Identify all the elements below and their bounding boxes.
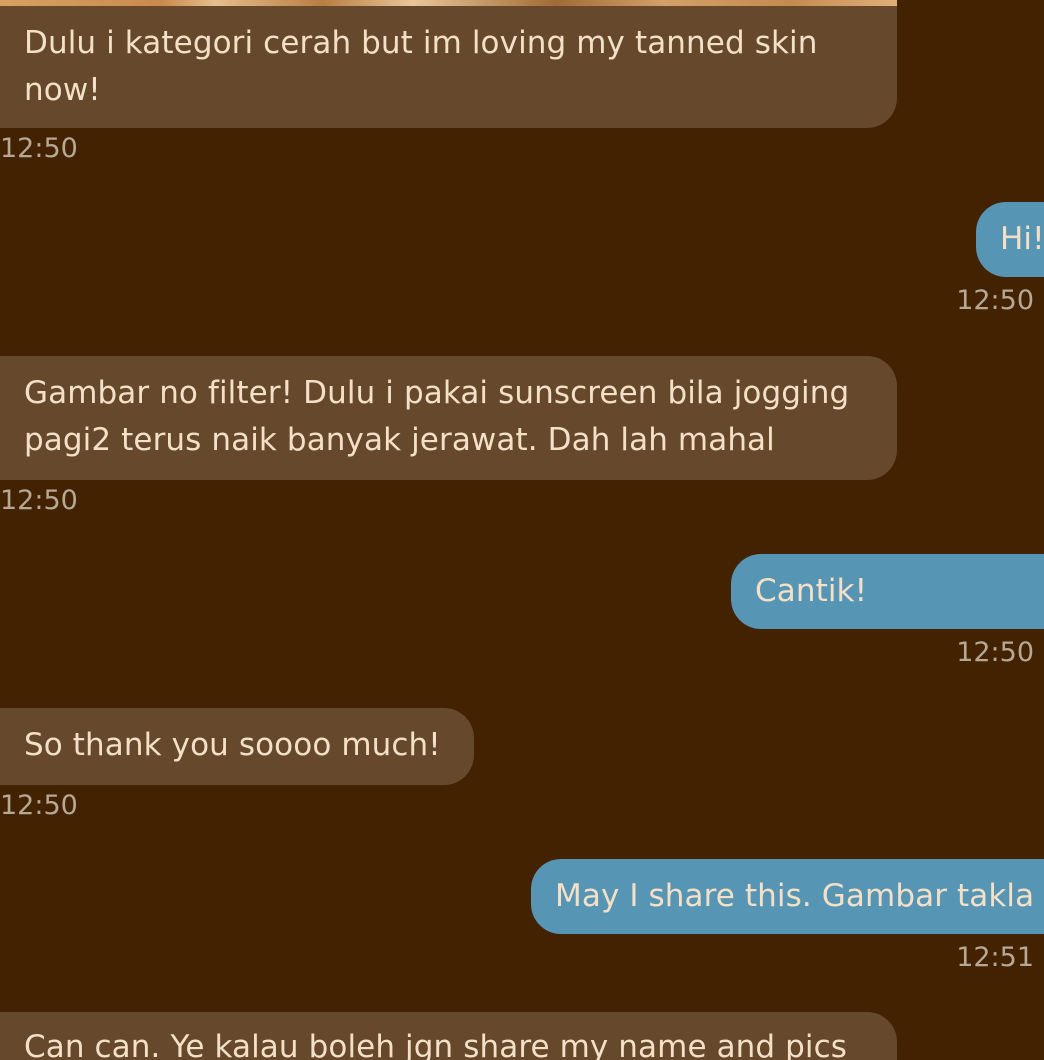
- message-timestamp: 12:50: [0, 485, 78, 516]
- message-timestamp: 12:50: [956, 637, 1034, 668]
- message-text-line: pagi2 terus naik banyak jerawat. Dah lah…: [24, 422, 775, 458]
- message-text-line: Dulu i kategori cerah but im loving my t…: [24, 25, 818, 61]
- chat-thread[interactable]: Dulu i kategori cerah but im loving my t…: [0, 0, 1044, 1060]
- message-bubble-outgoing[interactable]: Hi!: [976, 202, 1044, 277]
- message-bubble-incoming[interactable]: So thank you soooo much!: [0, 708, 474, 785]
- message-bubble-outgoing[interactable]: May I share this. Gambar takla: [531, 859, 1044, 934]
- message-timestamp: 12:51: [956, 942, 1034, 973]
- message-text-line: Cantik!: [755, 573, 868, 609]
- message-timestamp: 12:50: [956, 285, 1034, 316]
- message-bubble-incoming[interactable]: Dulu i kategori cerah but im loving my t…: [0, 6, 897, 128]
- message-text-line: Hi!: [1000, 221, 1044, 257]
- message-text-line: May I share this. Gambar takla: [555, 878, 1035, 914]
- message-text-line: now!: [24, 72, 101, 108]
- message-text-line: Gambar no filter! Dulu i pakai sunscreen…: [24, 375, 850, 411]
- message-timestamp: 12:50: [0, 790, 78, 821]
- message-timestamp: 12:50: [0, 133, 78, 164]
- message-text-line: So thank you soooo much!: [24, 727, 441, 763]
- message-text-line: Can can. Ye kalau boleh jgn share my nam…: [24, 1029, 848, 1060]
- message-bubble-incoming[interactable]: Gambar no filter! Dulu i pakai sunscreen…: [0, 356, 897, 480]
- message-bubble-incoming[interactable]: Can can. Ye kalau boleh jgn share my nam…: [0, 1012, 897, 1060]
- message-bubble-outgoing[interactable]: Cantik!: [731, 554, 1044, 629]
